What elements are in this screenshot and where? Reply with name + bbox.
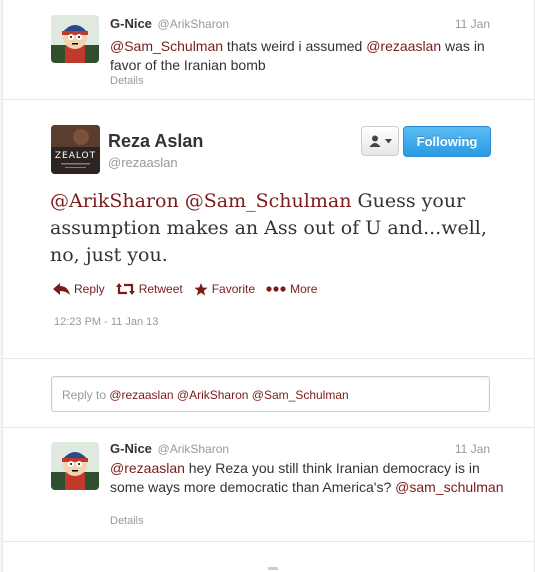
permalink-tweet: ZEALOT Reza Aslan @rezaaslan Following @… bbox=[3, 101, 534, 359]
mention-link[interactable]: @rezaaslan bbox=[110, 460, 185, 476]
avatar[interactable]: ZEALOT bbox=[51, 125, 100, 174]
tweet-timestamp[interactable]: 12:23 PM - 11 Jan 13 bbox=[54, 316, 158, 328]
tweet-actions: Reply Retweet Favorite More bbox=[53, 282, 328, 296]
following-button[interactable]: Following bbox=[403, 126, 491, 157]
tweet-header: G-Nice @ArikSharon bbox=[110, 16, 229, 31]
retweet-label: Retweet bbox=[138, 282, 183, 296]
favorite-action[interactable]: Favorite bbox=[194, 282, 255, 296]
details-link[interactable]: Details bbox=[110, 515, 144, 527]
fullname[interactable]: Reza Aslan bbox=[108, 131, 203, 152]
reply-label: Reply bbox=[74, 282, 105, 296]
screenname[interactable]: @rezaaslan bbox=[108, 155, 178, 170]
tweet-timestamp[interactable]: 11 Jan bbox=[455, 442, 490, 456]
tweet-timestamp[interactable]: 11 Jan bbox=[455, 17, 490, 31]
scroll-indicator bbox=[268, 567, 278, 570]
tweet-text: @rezaaslan hey Reza you still think Iran… bbox=[110, 459, 505, 497]
favorite-label: Favorite bbox=[211, 282, 256, 296]
conversation-tweet[interactable]: G-Nice @ArikSharon 11 Jan @rezaaslan hey… bbox=[3, 427, 534, 542]
tweet-text: @ArikSharon @Sam_Schulman Guess your ass… bbox=[50, 188, 490, 269]
screenname[interactable]: @ArikSharon bbox=[158, 442, 230, 456]
cartoon-avatar-icon bbox=[51, 442, 99, 490]
user-actions-dropdown-button[interactable] bbox=[361, 126, 399, 156]
retweet-icon bbox=[115, 283, 135, 295]
tweet-text: @Sam_Schulman thats weird i assumed @rez… bbox=[110, 37, 510, 75]
more-label: More bbox=[290, 282, 318, 296]
tweet-text-segment: thats weird i assumed bbox=[223, 38, 367, 54]
mention-link[interactable]: @ArikSharon bbox=[50, 190, 179, 212]
avatar[interactable] bbox=[51, 442, 99, 490]
tweet-header: G-Nice @ArikSharon bbox=[110, 441, 229, 456]
mention-link[interactable]: @Sam_Schulman bbox=[185, 190, 352, 212]
reply-icon bbox=[53, 283, 70, 295]
fullname[interactable]: G-Nice bbox=[110, 441, 152, 456]
chevron-down-icon bbox=[384, 138, 392, 143]
details-link[interactable]: Details bbox=[110, 75, 144, 87]
reply-placeholder-prefix: Reply to bbox=[62, 388, 110, 402]
avatar[interactable] bbox=[51, 15, 99, 63]
more-dots-icon bbox=[266, 286, 286, 292]
cartoon-avatar-icon bbox=[51, 15, 99, 63]
retweet-action[interactable]: Retweet bbox=[115, 282, 183, 296]
fullname[interactable]: G-Nice bbox=[110, 16, 152, 31]
conversation-tweet[interactable]: G-Nice @ArikSharon 11 Jan @Sam_Schulman … bbox=[3, 0, 534, 100]
reply-input[interactable]: Reply to @rezaaslan @ArikSharon @Sam_Sch… bbox=[51, 376, 490, 412]
reply-mentions: @rezaaslan @ArikSharon @Sam_Schulman bbox=[109, 388, 349, 402]
mention-link[interactable]: @Sam_Schulman bbox=[110, 38, 223, 54]
person-icon bbox=[369, 135, 380, 147]
book-cover-avatar-icon: ZEALOT bbox=[51, 125, 100, 174]
more-action[interactable]: More bbox=[266, 282, 317, 296]
avatar-text: ZEALOT bbox=[55, 151, 96, 161]
screenname[interactable]: @ArikSharon bbox=[158, 17, 230, 31]
star-icon bbox=[194, 282, 208, 295]
mention-link[interactable]: @rezaaslan bbox=[366, 38, 441, 54]
reply-action[interactable]: Reply bbox=[53, 282, 105, 296]
mention-link[interactable]: @sam_schulman bbox=[395, 479, 503, 495]
